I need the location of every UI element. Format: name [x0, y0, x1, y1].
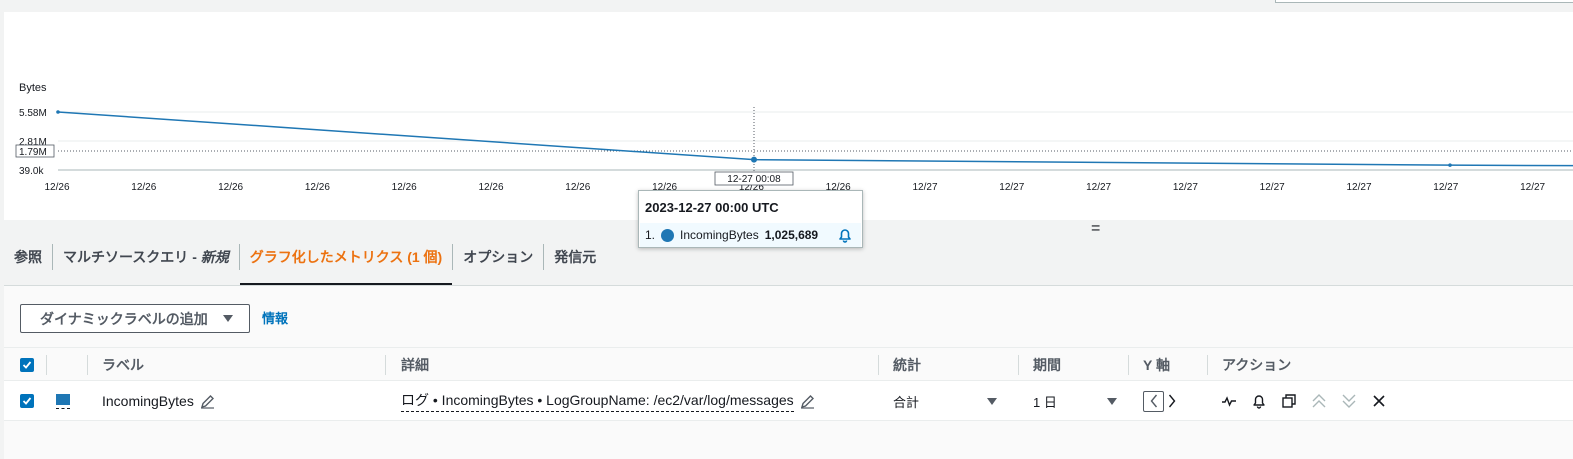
data-point [56, 110, 60, 114]
tab-browse[interactable]: 参照 [4, 228, 52, 284]
header-actions: アクション [1222, 356, 1292, 373]
tab-graphed-metrics[interactable]: グラフ化したメトリクス (1 個) [239, 228, 453, 286]
color-swatch-wrap[interactable] [56, 393, 70, 409]
column-divider [878, 355, 879, 375]
x-tick-label: 12/27 [1260, 182, 1285, 193]
x-tick-label: 12/27 [1520, 182, 1545, 193]
tooltip-value: 1,025,689 [764, 228, 819, 242]
bell-icon[interactable] [1244, 393, 1274, 409]
x-tick-label: 12/27 [1173, 182, 1198, 193]
row-label: IncomingBytes [102, 393, 194, 409]
tab-label: 参照 [14, 249, 42, 265]
x-tick-label: 12/26 [44, 182, 69, 193]
tab-source[interactable]: 発信元 [544, 228, 606, 284]
header-label: ラベル [102, 356, 144, 373]
row-details-cell: ログ • IncomingBytes • LogGroupName: /ec2/… [401, 381, 815, 421]
header-details: 詳細 [401, 356, 429, 373]
row-label-cell: IncomingBytes [102, 381, 215, 421]
column-divider [1207, 355, 1208, 375]
tooltip-metric-name: IncomingBytes [680, 228, 759, 242]
select-all-checkbox[interactable] [20, 348, 34, 381]
pencil-icon[interactable] [800, 394, 815, 409]
add-dynamic-label-button[interactable]: ダイナミックラベルの追加 [20, 304, 250, 333]
y-axis-label: Bytes [19, 82, 47, 94]
y-axis-toggle [1143, 381, 1177, 421]
statistic-value: 合計 [893, 394, 920, 410]
row-actions [1214, 381, 1394, 421]
x-tick-label: 12/27 [1086, 182, 1111, 193]
move-down-icon[interactable] [1334, 393, 1364, 409]
button-label: ダイナミックラベルの追加 [40, 310, 208, 327]
data-point [1448, 163, 1452, 167]
data-point [751, 156, 757, 163]
x-tick-label: 12/27 [912, 182, 937, 193]
column-divider [385, 355, 386, 375]
y-tick-label: 39.0k [19, 166, 44, 177]
header-period: 期間 [1033, 356, 1061, 373]
graphed-metrics-panel: ダイナミックラベルの追加 情報 ラベル 詳細 統計 期間 Y 軸 アクション I… [4, 286, 1573, 459]
series-line-IncomingBytes [57, 111, 1573, 167]
series-color-dot [661, 228, 675, 242]
info-link[interactable]: 情報 [262, 308, 288, 327]
caret-down-icon [1107, 397, 1117, 405]
tab-label: グラフ化したメトリクス (1 個) [249, 248, 443, 265]
checkbox-checked[interactable] [20, 394, 34, 408]
x-tick-label: 12/26 [131, 182, 156, 193]
row-details[interactable]: ログ • IncomingBytes • LogGroupName: /ec2/… [401, 390, 794, 412]
y-axis-right-button[interactable] [1167, 394, 1177, 408]
crosshair-value-label: 1.79M [19, 147, 47, 158]
column-divider [46, 355, 47, 375]
duplicate-icon[interactable] [1274, 393, 1304, 409]
crosshair-time-label: 12-27 00:08 [727, 174, 781, 185]
line-chart: Bytes5.58M2.81M39.0k1.79M12/26 12/26 12/26… [15, 82, 1573, 193]
tab-options[interactable]: オプション [453, 228, 543, 284]
tooltip-row: 1. IncomingBytes 1,025,689 [640, 223, 861, 247]
pencil-icon[interactable] [200, 394, 215, 409]
tooltip-title: 2023-12-27 00:00 UTC [645, 200, 779, 215]
tooltip-index: 1. [645, 228, 656, 242]
x-tick-label: 12/27 [1346, 182, 1371, 193]
checkbox-checked[interactable] [20, 357, 34, 372]
header-y-axis: Y 軸 [1143, 356, 1170, 373]
x-tick-label: 12/27 [1433, 182, 1458, 193]
series-color-picker[interactable] [56, 381, 70, 421]
x-tick-label: 12/26 [305, 182, 330, 193]
column-divider [87, 355, 88, 375]
top-input-edge[interactable] [1275, 0, 1573, 3]
column-divider [1018, 355, 1019, 375]
statistic-select[interactable]: 合計 [893, 381, 1003, 421]
column-divider [1128, 355, 1129, 375]
chart-panel: Bytes 5.58M 2.81M 39.0k 1.79M 12/26 12/26 12/26… [4, 12, 1573, 220]
x-tick-label: 12/27 [999, 182, 1024, 193]
caret-down-icon [987, 397, 997, 405]
x-tick-label: 12/26 [218, 182, 243, 193]
header-statistic: 統計 [893, 356, 921, 373]
tab-multi-source-query[interactable]: マルチソースクエリ - 新規 [53, 228, 239, 284]
move-up-icon[interactable] [1304, 393, 1334, 409]
x-tick-label: 12/26 [478, 182, 503, 193]
table-header: ラベル 詳細 統計 期間 Y 軸 アクション [4, 347, 1573, 381]
period-select[interactable]: 1 日 [1033, 381, 1123, 421]
color-swatch[interactable] [56, 393, 70, 405]
caret-down-icon [223, 315, 233, 322]
y-tick-label: 5.58M [19, 108, 47, 119]
period-value: 1 日 [1033, 394, 1057, 410]
table-row: IncomingBytes ログ • IncomingBytes • LogGr… [4, 381, 1573, 421]
tab-label: マルチソースクエリ - [63, 249, 201, 265]
y-axis-left-button[interactable] [1143, 390, 1164, 412]
close-icon[interactable] [1364, 394, 1394, 408]
row-checkbox[interactable] [20, 381, 34, 421]
tab-new-badge: 新規 [200, 249, 229, 265]
bell-icon[interactable] [837, 227, 853, 243]
tab-label: オプション [463, 249, 534, 265]
chart-tooltip: 2023-12-27 00:00 UTC 1. IncomingBytes 1,… [638, 190, 863, 248]
x-tick-label: 12/26 [392, 182, 417, 193]
sparkline-icon[interactable] [1214, 393, 1244, 409]
tab-label: 発信元 [554, 249, 597, 265]
x-tick-label: 12/26 [565, 182, 590, 193]
